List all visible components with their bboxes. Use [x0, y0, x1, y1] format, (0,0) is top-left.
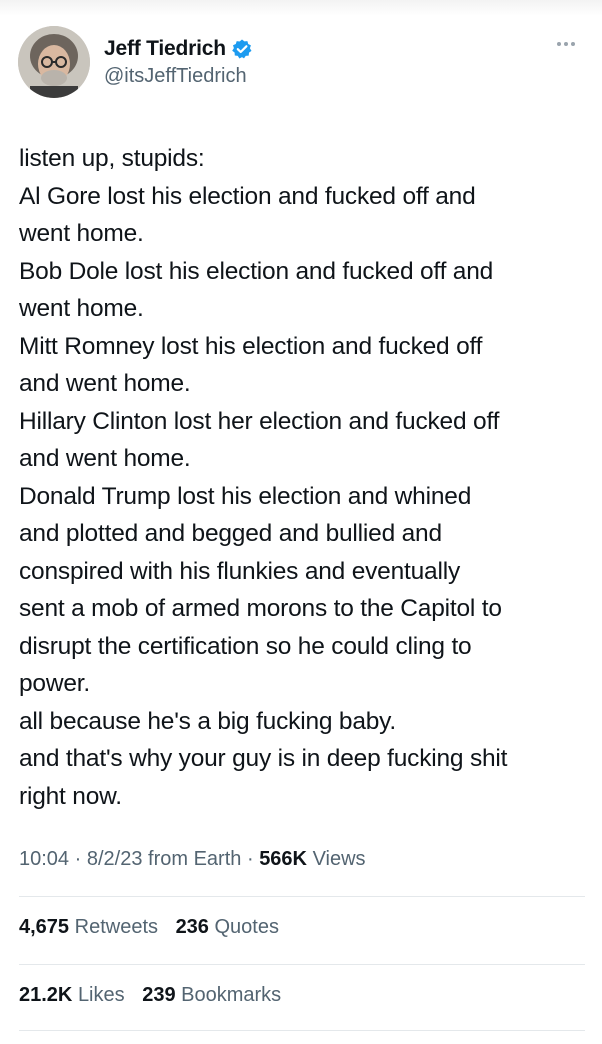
divider — [19, 896, 585, 897]
tweet-line: conspired with his flunkies and eventual… — [19, 557, 461, 585]
divider — [19, 1030, 585, 1031]
tweet-line: Mitt Romney lost his election and fucked… — [19, 332, 483, 360]
quotes-stat[interactable]: 236 Quotes — [176, 916, 279, 938]
likes-count: 21.2K — [19, 984, 73, 1006]
tweet-line: right now. — [19, 782, 122, 810]
quotes-count: 236 — [175, 916, 209, 938]
retweets-label: Retweets — [74, 916, 158, 938]
tweet-line: listen up, stupids: — [19, 145, 205, 172]
tweet-line: went home. — [19, 220, 144, 247]
tweet-line: disrupt the certification so he could cl… — [19, 632, 472, 660]
verified-badge-icon — [231, 38, 253, 60]
handle[interactable]: @itsJeffTiedrich — [104, 65, 253, 88]
tweet-line: sent a mob of armed morons to the Capito… — [19, 595, 502, 622]
views-label: Views — [312, 848, 366, 870]
likes-stat[interactable]: 21.2K Likes — [19, 984, 130, 1006]
tweet-text: listen up, stupids: Al Gore lost his ele… — [19, 140, 585, 815]
tweet-source: from Earth — [148, 848, 242, 870]
tweet-time[interactable]: 10:04 — [19, 848, 69, 870]
meta-separator: · — [246, 848, 254, 870]
engagement-row-shares: 4,675 Retweets 236 Quotes — [19, 916, 291, 939]
tweet-line: all because he's a big fucking baby. — [19, 707, 397, 735]
views-count: 566K — [259, 848, 307, 870]
bookmarks-stat[interactable]: 239 Bookmarks — [142, 984, 281, 1006]
retweets-count: 4,675 — [19, 916, 70, 938]
tweet-line: Al Gore lost his election and fucked off… — [19, 182, 476, 210]
tweet-line: power. — [19, 670, 90, 697]
tweet-meta: 10:04 · 8/2/23 from Earth · 566K Views — [19, 848, 366, 871]
tweet-line: and went home. — [19, 370, 191, 397]
meta-separator: · — [74, 848, 82, 870]
more-options-icon[interactable] — [552, 34, 580, 54]
tweet-line: Bob Dole lost his election and fucked of… — [19, 257, 494, 285]
tweet-header: Jeff Tiedrich @itsJeffTiedrich — [18, 26, 584, 102]
tweet-date[interactable]: 8/2/23 — [87, 848, 143, 870]
tweet-line: and went home. — [19, 445, 191, 472]
tweet-line: Hillary Clinton lost her election and fu… — [19, 407, 500, 435]
engagement-row-reactions: 21.2K Likes 239 Bookmarks — [19, 984, 293, 1007]
divider — [19, 964, 585, 965]
avatar-image — [18, 26, 90, 98]
top-strip — [0, 0, 602, 16]
likes-label: Likes — [77, 984, 125, 1006]
tweet-line: and plotted and begged and bullied and — [19, 520, 442, 547]
retweets-stat[interactable]: 4,675 Retweets — [19, 916, 164, 938]
bookmarks-count: 239 — [142, 984, 176, 1006]
avatar[interactable] — [18, 26, 90, 98]
tweet-line: went home. — [19, 295, 144, 322]
quotes-label: Quotes — [214, 916, 279, 938]
display-name[interactable]: Jeff Tiedrich — [104, 37, 226, 61]
tweet-line: Donald Trump lost his election and whine… — [19, 482, 472, 510]
bookmarks-label: Bookmarks — [181, 984, 282, 1006]
tweet-line: and that's why your guy is in deep fucki… — [19, 745, 508, 772]
